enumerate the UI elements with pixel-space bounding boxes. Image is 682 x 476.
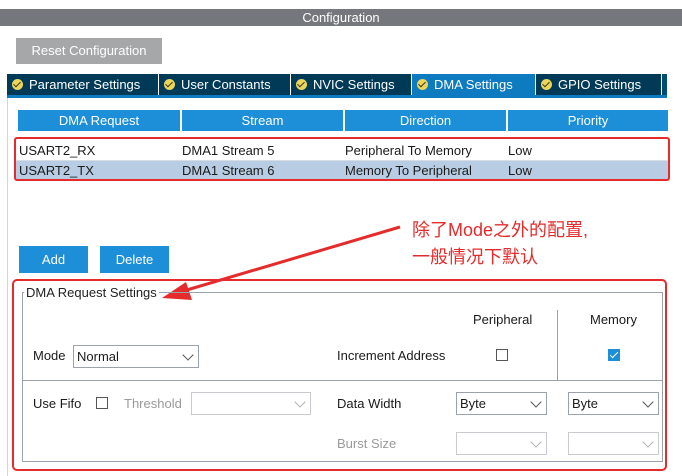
burst-size-peripheral-select[interactable]: [456, 432, 547, 455]
chevron-down-icon: [642, 436, 654, 448]
chevron-down-icon: [294, 396, 306, 408]
chevron-down-icon: [182, 349, 194, 361]
threshold-select[interactable]: [191, 392, 311, 415]
mode-select[interactable]: Normal: [73, 345, 199, 368]
peripheral-header: Peripheral: [473, 312, 533, 327]
threshold-label: Threshold: [124, 396, 182, 411]
chevron-down-icon: [530, 396, 542, 408]
column-divider: [557, 310, 558, 380]
increment-peripheral-checkbox[interactable]: [496, 349, 508, 361]
mode-value: Normal: [77, 349, 119, 364]
burst-size-memory-select[interactable]: [568, 432, 659, 455]
mode-label: Mode: [33, 348, 66, 363]
use-fifo-label: Use Fifo: [33, 396, 82, 411]
use-fifo-checkbox[interactable]: [96, 397, 108, 409]
data-width-peripheral-select[interactable]: Byte: [456, 392, 547, 415]
data-width-label: Data Width: [337, 396, 402, 411]
burst-size-label: Burst Size: [337, 436, 397, 451]
data-width-memory-value: Byte: [572, 396, 599, 411]
data-width-peripheral-value: Byte: [460, 396, 487, 411]
increment-memory-checkbox[interactable]: [608, 349, 620, 361]
chevron-down-icon: [530, 436, 542, 448]
data-width-memory-select[interactable]: Byte: [568, 392, 659, 415]
chevron-down-icon: [642, 396, 654, 408]
memory-header: Memory: [590, 312, 637, 327]
group-title: DMA Request Settings: [24, 285, 159, 301]
section-divider: [22, 380, 663, 381]
increment-address-label: Increment Address: [337, 348, 446, 363]
